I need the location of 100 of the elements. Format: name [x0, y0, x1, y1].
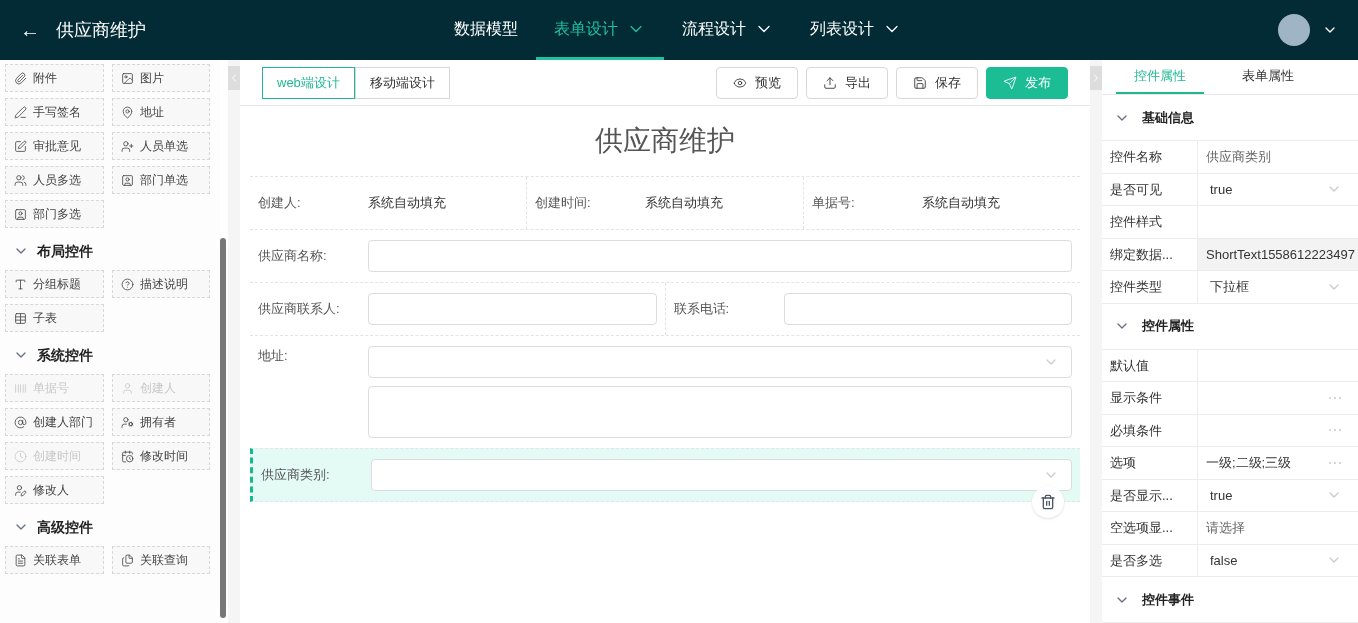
property-label: 是否可见	[1102, 173, 1198, 205]
field-value: 系统自动填充	[368, 194, 446, 213]
expand-icon[interactable]	[1090, 66, 1102, 90]
back-button[interactable]: ←	[20, 16, 44, 44]
control-item[interactable]: 子表	[5, 304, 104, 332]
control-item[interactable]: 关联表单	[5, 546, 104, 574]
user-card-icon	[14, 207, 27, 221]
eye-icon	[733, 75, 747, 90]
input-field[interactable]: 请选择	[1198, 518, 1358, 538]
edit-icon	[14, 139, 27, 153]
control-item[interactable]: 描述说明	[111, 270, 210, 298]
user-plus-icon	[120, 139, 134, 153]
pen-icon	[14, 105, 27, 119]
text-icon	[14, 277, 27, 291]
map-pin-icon	[120, 105, 134, 119]
calendar-clock-icon	[120, 449, 134, 463]
form-title: 供应商维护	[594, 124, 736, 158]
field-label: 联系电话:	[673, 300, 731, 319]
control-item[interactable]: 修改时间	[111, 442, 210, 470]
form-row[interactable]: 供应商类别:	[250, 448, 1080, 502]
control-item[interactable]: 修改人	[5, 476, 104, 504]
property-label: 控件名称	[1102, 141, 1198, 173]
control-item[interactable]: 关联查询	[111, 546, 210, 574]
nav-tab[interactable]: 列表设计	[792, 0, 920, 60]
select-field[interactable]	[371, 459, 1072, 491]
control-item[interactable]: 手写签名	[5, 98, 104, 126]
table-icon	[14, 311, 27, 325]
text-area[interactable]	[368, 386, 1072, 438]
control-item[interactable]: 分组标题	[5, 270, 104, 298]
form-row[interactable]: 地址:	[250, 335, 1080, 448]
input-field[interactable]	[368, 293, 657, 325]
select-field[interactable]: true	[1198, 485, 1358, 505]
help-icon	[120, 277, 134, 291]
mode-tab[interactable]: 移动端设计	[354, 66, 450, 99]
section-heading: 基础信息	[1142, 108, 1194, 127]
select-field[interactable]: true	[1198, 179, 1358, 199]
paperclip-icon	[14, 71, 27, 85]
scrollbar-thumb[interactable]	[220, 238, 226, 618]
input-field: ShortText1558612223497	[1198, 238, 1358, 270]
documents-icon	[120, 553, 134, 567]
form-row[interactable]: 供应商联系人: 联系电话:	[250, 282, 1080, 335]
property-label: 默认值	[1102, 349, 1198, 381]
input-field[interactable]	[368, 240, 1072, 272]
users-icon	[14, 173, 27, 187]
field-label: 供应商名称:	[258, 247, 328, 266]
field-label: 地址:	[258, 347, 289, 365]
control-item[interactable]: 图片	[111, 64, 210, 92]
document-icon	[14, 553, 27, 567]
at-sign-icon	[14, 415, 27, 429]
control-item[interactable]: 拥有者	[111, 408, 210, 436]
user-pen-icon	[14, 483, 27, 497]
form-row[interactable]: 创建人: 系统自动填充 创建时间: 系统自动填充 单据号: 系统自动填充	[250, 176, 1080, 229]
field-label: 供应商联系人:	[258, 300, 341, 319]
user-card-icon	[120, 173, 134, 187]
property-label: 是否多选	[1102, 544, 1198, 576]
field-label: 供应商类别:	[261, 466, 331, 485]
field-label: 创建时间:	[535, 194, 592, 213]
nav-tab[interactable]: 流程设计	[664, 0, 792, 60]
control-item[interactable]: 地址	[111, 98, 210, 126]
control-item[interactable]: 审批意见	[5, 132, 104, 160]
field-label: 单据号:	[812, 194, 856, 213]
control-item[interactable]: 部门多选	[5, 200, 104, 228]
image-icon	[120, 71, 134, 85]
send-icon	[1003, 75, 1017, 90]
avatar[interactable]	[1278, 14, 1310, 46]
form-row[interactable]: 供应商名称:	[250, 229, 1080, 282]
select-field[interactable]: 下拉框	[1198, 277, 1358, 297]
app-title: 供应商维护	[56, 19, 147, 42]
field-value: 系统自动填充	[922, 194, 1000, 213]
clock-icon	[14, 449, 27, 463]
more-icon[interactable]	[1328, 460, 1342, 465]
property-label: 显示条件	[1102, 382, 1198, 414]
input-field[interactable]: 供应商类别	[1198, 147, 1358, 167]
more-icon[interactable]	[1328, 395, 1342, 400]
field-label: 创建人:	[258, 194, 302, 213]
section-heading: 高级控件	[37, 518, 93, 537]
property-label: 空选项显...	[1102, 512, 1198, 544]
more-icon[interactable]	[1328, 428, 1342, 433]
property-label: 控件类型	[1102, 271, 1198, 303]
section-heading: 控件事件	[1142, 590, 1194, 609]
select-field[interactable]: false	[1198, 550, 1358, 570]
property-label: 控件样式	[1102, 206, 1198, 238]
control-item[interactable]: 创建人部门	[5, 408, 104, 436]
section-heading: 系统控件	[37, 346, 93, 365]
input-field[interactable]: 一级;二级;三级	[1198, 453, 1358, 473]
control-item[interactable]: 部门单选	[111, 166, 210, 194]
panel-tab[interactable]: 表单属性	[1224, 60, 1312, 94]
toolbar-button[interactable]: 保存	[896, 66, 978, 99]
nav-tab[interactable]: 数据模型	[436, 0, 536, 60]
property-label: 必填条件	[1102, 414, 1198, 446]
delete-button[interactable]	[1032, 486, 1064, 518]
control-item[interactable]: 人员多选	[5, 166, 104, 194]
select-field[interactable]	[368, 346, 1072, 378]
control-item[interactable]: 人员单选	[111, 132, 210, 160]
toolbar-button[interactable]: 预览	[716, 66, 798, 99]
toolbar-button[interactable]: 导出	[806, 66, 888, 99]
input-field[interactable]	[783, 293, 1072, 325]
collapse-icon[interactable]	[228, 66, 240, 90]
section-heading: 布局控件	[37, 242, 93, 261]
control-item[interactable]: 附件	[5, 64, 104, 92]
